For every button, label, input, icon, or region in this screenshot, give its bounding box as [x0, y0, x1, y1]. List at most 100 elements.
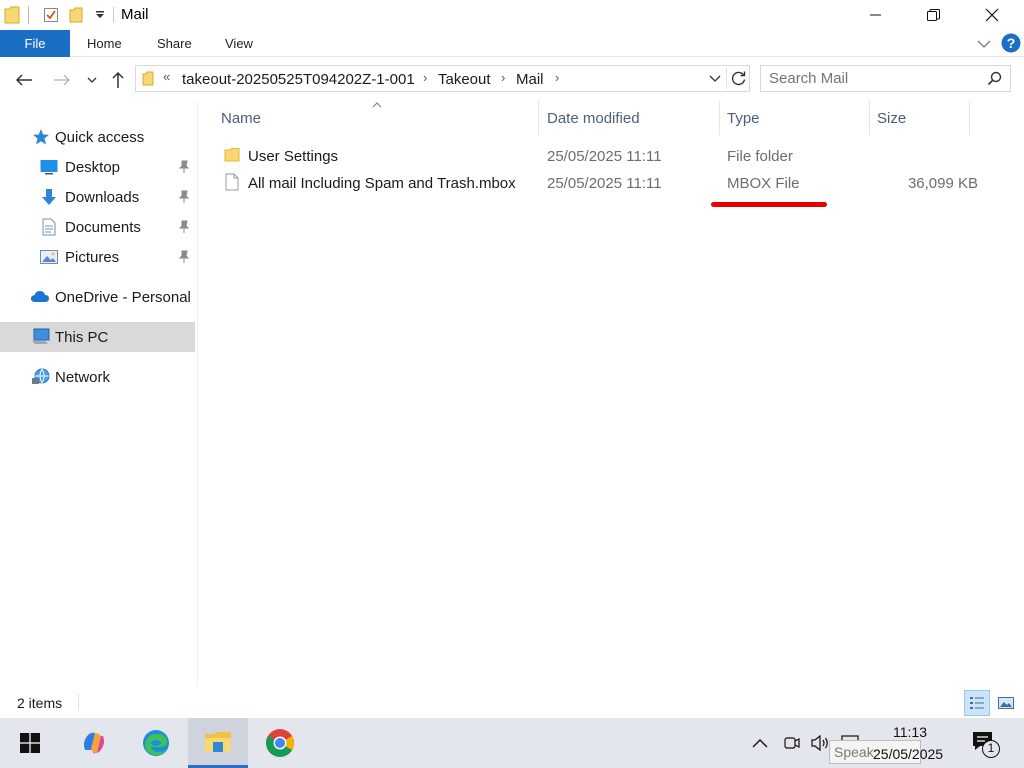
forward-arrow-icon: [54, 74, 71, 86]
copilot-app[interactable]: [64, 718, 124, 768]
sidebar-item-label: Documents: [65, 218, 141, 236]
large-icons-view-button[interactable]: [993, 690, 1019, 716]
up-arrow-icon: [112, 71, 124, 88]
tab-file[interactable]: File: [0, 30, 70, 57]
sidebar-item-label: Downloads: [65, 188, 140, 206]
search-input[interactable]: [761, 66, 981, 91]
sidebar-item-onedrive[interactable]: OneDrive - Personal: [0, 282, 195, 312]
pin-icon[interactable]: [177, 250, 191, 264]
file-size: 36,099 KB: [907, 175, 978, 192]
file-name: All mail Including Spam and Trash.mbox: [248, 175, 516, 192]
close-icon: [985, 8, 999, 22]
sidebar-item-this-pc[interactable]: This PC: [0, 322, 195, 352]
sidebar-item-quick-access[interactable]: Quick access: [0, 122, 195, 152]
volume-button[interactable]: [809, 732, 831, 754]
pictures-icon: [40, 250, 58, 264]
details-view-button[interactable]: [964, 690, 990, 716]
breadcrumb-mail[interactable]: Mail: [516, 71, 544, 88]
customize-toolbar-icon[interactable]: [95, 10, 105, 20]
pin-icon[interactable]: [177, 160, 191, 174]
sidebar-item-label: Pictures: [65, 248, 120, 266]
navigation-pane: Quick access Desktop Downloads Documents…: [0, 101, 198, 686]
clock-time[interactable]: 11:13: [893, 724, 927, 740]
expand-ribbon-icon[interactable]: [977, 39, 991, 49]
computer-icon: [32, 328, 50, 344]
minimize-button[interactable]: [853, 0, 899, 30]
notification-count-badge: 1: [982, 740, 1000, 758]
address-dropdown-icon[interactable]: [709, 75, 721, 83]
breadcrumb-takeout[interactable]: Takeout: [438, 71, 491, 88]
sidebar-item-label: Desktop: [65, 158, 121, 176]
sidebar-item-label: OneDrive - Personal: [55, 288, 191, 306]
speaker-icon: [811, 734, 828, 752]
breadcrumb-separator[interactable]: ›: [555, 70, 559, 85]
breadcrumb-overflow[interactable]: «: [163, 69, 170, 84]
address-bar[interactable]: « takeout-20250525T094202Z-1-001 › Takeo…: [135, 65, 750, 92]
column-divider[interactable]: [969, 101, 970, 135]
file-row-mbox[interactable]: All mail Including Spam and Trash.mbox 2…: [218, 170, 978, 197]
file-row-user-settings[interactable]: User Settings 25/05/2025 11:11 File fold…: [218, 143, 978, 170]
large-icons-view-icon: [998, 697, 1014, 709]
folder-icon: [4, 6, 20, 24]
back-button[interactable]: [13, 69, 35, 91]
folder-icon: [224, 148, 240, 162]
chevron-down-icon: [87, 77, 97, 83]
breadcrumb-separator[interactable]: ›: [423, 70, 427, 85]
new-folder-icon[interactable]: [69, 7, 83, 23]
sidebar-item-pictures[interactable]: Pictures: [0, 242, 195, 272]
action-center-button[interactable]: 1: [970, 728, 1000, 758]
file-date: 25/05/2025 11:11: [547, 175, 662, 192]
chrome-app[interactable]: [250, 718, 310, 768]
back-arrow-icon: [15, 74, 32, 86]
edge-app[interactable]: [126, 718, 186, 768]
file-explorer-window: Mail File Home Share View ? « takeout-20…: [0, 0, 1024, 718]
column-header-size[interactable]: Size: [869, 101, 969, 135]
file-explorer-icon: [205, 731, 231, 752]
clock-date[interactable]: 25/05/2025: [873, 746, 943, 762]
pin-icon[interactable]: [177, 220, 191, 234]
documents-icon: [42, 218, 56, 236]
network-icon: [32, 368, 50, 384]
breadcrumb-separator[interactable]: ›: [501, 70, 505, 85]
meet-now-button[interactable]: [781, 732, 803, 754]
minimize-icon: [870, 14, 881, 16]
ribbon-tabs: File Home Share View ?: [0, 30, 1024, 57]
details-view-icon: [970, 697, 984, 709]
tab-share[interactable]: Share: [157, 36, 192, 51]
recent-locations-button[interactable]: [83, 69, 101, 91]
item-count: 2 items: [17, 695, 63, 711]
file-type: File folder: [727, 148, 793, 165]
search-box[interactable]: [760, 65, 1011, 92]
sidebar-item-network[interactable]: Network: [0, 362, 195, 392]
sidebar-item-documents[interactable]: Documents: [0, 212, 195, 242]
navigation-bar: « takeout-20250525T094202Z-1-001 › Takeo…: [0, 57, 1024, 101]
up-button[interactable]: [107, 69, 129, 91]
column-header-date[interactable]: Date modified: [539, 101, 719, 135]
breadcrumb-takeout-folder[interactable]: takeout-20250525T094202Z-1-001: [182, 71, 415, 88]
restore-button[interactable]: [910, 0, 956, 30]
chevron-up-icon: [752, 739, 768, 748]
properties-icon[interactable]: [43, 7, 59, 23]
title-divider: [113, 7, 114, 23]
file-explorer-app[interactable]: [188, 718, 248, 768]
close-button[interactable]: [969, 0, 1015, 30]
sidebar-item-desktop[interactable]: Desktop: [0, 152, 195, 182]
search-icon[interactable]: [987, 71, 1002, 86]
pin-icon[interactable]: [177, 190, 191, 204]
refresh-icon[interactable]: [730, 70, 747, 87]
column-header-name[interactable]: Name: [213, 101, 538, 135]
tab-view[interactable]: View: [225, 36, 253, 51]
desktop-icon: [40, 160, 58, 175]
forward-button[interactable]: [51, 69, 73, 91]
sidebar-item-label: This PC: [55, 328, 109, 346]
help-icon[interactable]: ?: [1001, 33, 1021, 53]
quick-access-toolbar: [4, 5, 105, 25]
column-header-type[interactable]: Type: [719, 101, 869, 135]
download-icon: [42, 189, 56, 205]
star-icon: [33, 129, 49, 145]
taskbar: Speak 11:13 25/05/2025 1: [0, 718, 1024, 768]
tab-home[interactable]: Home: [87, 36, 122, 51]
show-hidden-icons-button[interactable]: [749, 732, 771, 754]
sidebar-item-downloads[interactable]: Downloads: [0, 182, 195, 212]
start-button[interactable]: [0, 718, 60, 768]
